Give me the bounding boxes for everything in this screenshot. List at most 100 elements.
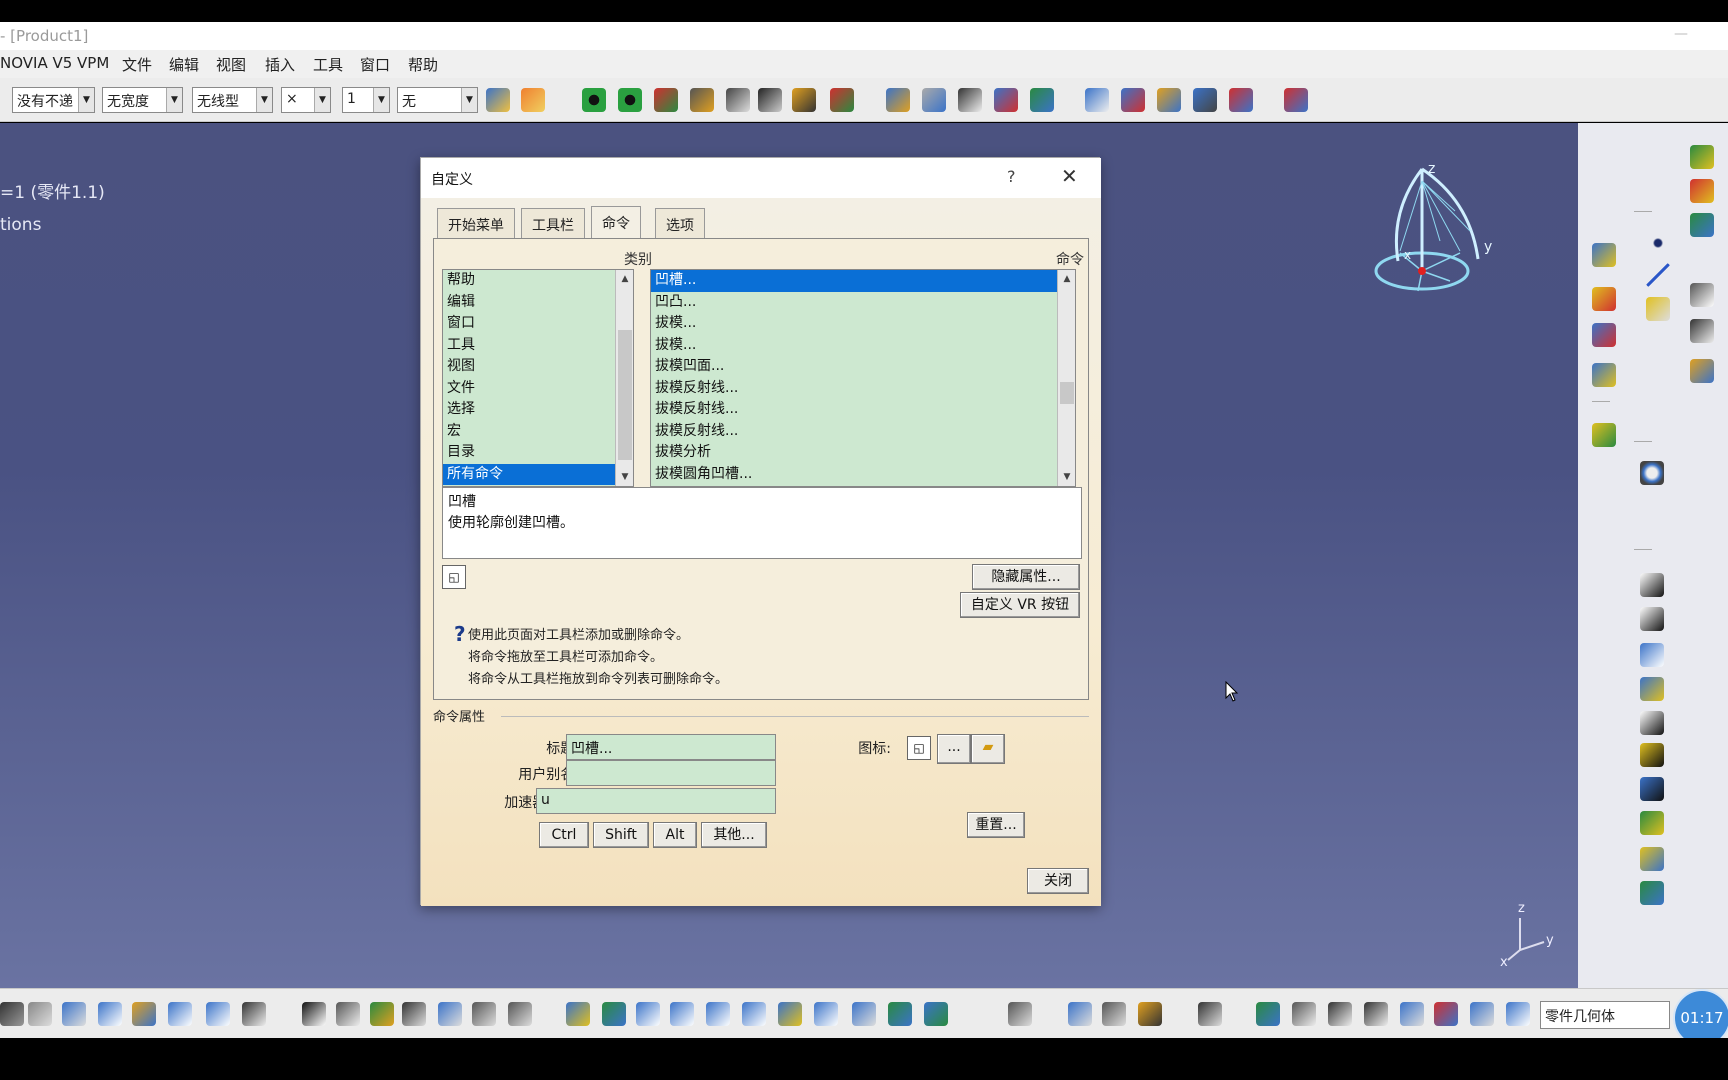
sensor-icon[interactable]	[1256, 1002, 1280, 1026]
surface-icon[interactable]	[1592, 423, 1616, 447]
list-item-selected[interactable]: 所有命令	[443, 463, 633, 485]
iso-view-icon[interactable]	[814, 1002, 838, 1026]
menu-window[interactable]: 窗口	[360, 54, 390, 75]
command-list[interactable]: 凹槽... 凹凸... 拔模... 拔模... 拔模凹面... 拔模反射线...…	[650, 269, 1076, 487]
render-style-combo[interactable]: 无 ▼	[397, 87, 478, 113]
scissors-icon[interactable]	[1434, 1002, 1458, 1026]
scroll-thumb[interactable]	[618, 330, 632, 460]
list-item[interactable]: 拔模分析	[651, 442, 1075, 464]
print-icon[interactable]	[28, 1002, 52, 1026]
layer-icon[interactable]	[1400, 1002, 1424, 1026]
reset-button[interactable]: 重置...	[967, 812, 1025, 838]
title-field[interactable]: 凹槽...	[566, 734, 776, 760]
offset-icon[interactable]	[758, 88, 782, 112]
list-item[interactable]: 拔模反射线...	[651, 399, 1075, 421]
tree-node-applications[interactable]: tions	[0, 215, 41, 235]
close-button[interactable]: 关闭	[1027, 868, 1089, 894]
lock-icon[interactable]	[472, 1002, 496, 1026]
shading-icon[interactable]	[852, 1002, 876, 1026]
catalog-icon[interactable]	[886, 88, 910, 112]
table-icon[interactable]	[402, 1002, 426, 1026]
point-icon[interactable]	[1646, 231, 1670, 255]
dimension-icon[interactable]	[1690, 319, 1714, 343]
component-icon[interactable]	[1157, 88, 1181, 112]
whats-this-icon[interactable]	[242, 1002, 266, 1026]
list-item[interactable]: 凹凸...	[651, 292, 1075, 314]
analysis-icon[interactable]	[958, 88, 982, 112]
shift-button[interactable]: Shift	[593, 822, 649, 848]
measure-icon[interactable]	[1068, 1002, 1092, 1026]
check-icon[interactable]	[1640, 881, 1664, 905]
list-item[interactable]: 选择	[443, 399, 633, 421]
move-icon[interactable]	[582, 88, 606, 112]
command-scrollbar[interactable]: ▲ ▼	[1057, 270, 1075, 486]
redo-icon[interactable]	[206, 1002, 230, 1026]
close-icon[interactable]: ✕	[1061, 164, 1078, 188]
fit-all-icon[interactable]	[1640, 777, 1664, 801]
knowledge-icon[interactable]	[370, 1002, 394, 1026]
axis-icon[interactable]	[1328, 1002, 1352, 1026]
list-item[interactable]: 编辑	[443, 292, 633, 314]
view-normal-icon[interactable]	[1640, 643, 1664, 667]
dialog-titlebar[interactable]: 自定义 ? ✕	[421, 158, 1101, 198]
list-item[interactable]: 宏	[443, 421, 633, 443]
line-type-combo[interactable]: 无线型 ▼	[192, 87, 273, 113]
list-icon[interactable]	[508, 1002, 532, 1026]
hide-properties-button[interactable]: 隐藏属性...	[972, 564, 1080, 590]
line-width-combo[interactable]: 无宽度 ▼	[102, 87, 183, 113]
category-scrollbar[interactable]: ▲ ▼	[615, 270, 633, 486]
ctrl-button[interactable]: Ctrl	[539, 822, 589, 848]
command-icon-preview[interactable]: ◱	[442, 565, 466, 589]
pan-icon[interactable]	[636, 1002, 660, 1026]
edit-icon[interactable]	[1640, 847, 1664, 871]
workbench-icon[interactable]	[1284, 88, 1308, 112]
menu-help[interactable]: 帮助	[408, 54, 438, 75]
minimize-icon[interactable]: —	[1674, 26, 1688, 42]
zoom-out-icon[interactable]	[742, 1002, 766, 1026]
alt-button[interactable]: Alt	[653, 822, 697, 848]
other-button[interactable]: 其他...	[701, 822, 767, 848]
tree-node-part[interactable]: =1 (零件1.1)	[0, 178, 105, 203]
hole-icon[interactable]	[1592, 363, 1616, 387]
scroll-up-icon[interactable]: ▲	[616, 270, 633, 288]
annotation-icon[interactable]	[1690, 283, 1714, 307]
open-folder-icon[interactable]: ▰	[971, 734, 1005, 764]
category-list[interactable]: 帮助 编辑 窗口 工具 视图 文件 选择 宏 目录 所有命令 ▲ ▼	[442, 269, 634, 487]
shaft-icon[interactable]	[1592, 323, 1616, 347]
menu-view[interactable]: 视图	[216, 54, 246, 75]
fit-icon[interactable]	[602, 1002, 626, 1026]
stack-icon[interactable]	[1470, 1002, 1494, 1026]
custom-vr-button[interactable]: 自定义 VR 按钮	[960, 592, 1080, 618]
sectioning-icon[interactable]	[1030, 88, 1054, 112]
tab-commands[interactable]: 命令	[591, 206, 641, 239]
save-icon[interactable]	[0, 1002, 24, 1026]
list-item[interactable]: 拔模反射线...	[651, 378, 1075, 400]
list-item-selected[interactable]: 凹槽...	[651, 270, 1075, 292]
point-type-combo[interactable]: × ▼	[281, 87, 331, 113]
tree-icon[interactable]	[438, 1002, 462, 1026]
list-item[interactable]: 拔模凹面...	[651, 356, 1075, 378]
accelerator-field[interactable]: u	[536, 788, 776, 814]
scroll-up-icon[interactable]: ▲	[1058, 270, 1075, 288]
list-item[interactable]: 目录	[443, 442, 633, 464]
scroll-down-icon[interactable]: ▼	[616, 468, 633, 486]
list-item[interactable]: 帮助	[443, 270, 633, 292]
tab-start-menu[interactable]: 开始菜单	[437, 208, 515, 238]
brush-icon[interactable]	[521, 88, 545, 112]
undo-icon[interactable]	[168, 1002, 192, 1026]
normal-view-icon[interactable]	[778, 1002, 802, 1026]
product-icon[interactable]	[1193, 88, 1217, 112]
layer-combo[interactable]: 没有不递 ▼	[12, 87, 95, 113]
cut-icon[interactable]	[62, 1002, 86, 1026]
swap-icon[interactable]	[1640, 743, 1664, 767]
list-item[interactable]: 视图	[443, 356, 633, 378]
copy-icon[interactable]	[98, 1002, 122, 1026]
fly-icon[interactable]	[566, 1002, 590, 1026]
menu-app[interactable]: NOVIA V5 VPM	[0, 54, 109, 72]
weight-combo[interactable]: 1 ▼	[342, 87, 390, 113]
apply-material-icon[interactable]	[1138, 1002, 1162, 1026]
menu-edit[interactable]: 编辑	[169, 54, 199, 75]
hide-icon[interactable]	[888, 1002, 912, 1026]
list-item[interactable]: 拔模反射线...	[651, 421, 1075, 443]
pad-icon[interactable]	[1592, 243, 1616, 267]
